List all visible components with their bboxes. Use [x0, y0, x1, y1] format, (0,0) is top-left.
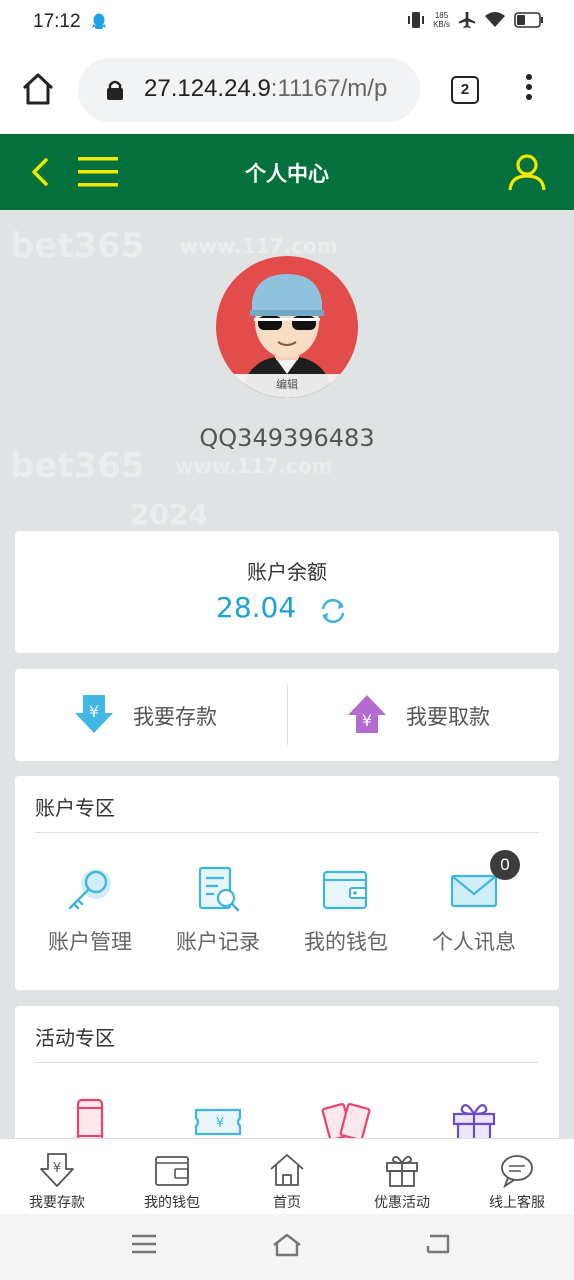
- nav-wallet[interactable]: 我的钱包: [115, 1139, 229, 1215]
- page-title: 个人中心: [245, 162, 329, 186]
- withdraw-button[interactable]: ¥ 我要取款: [288, 669, 560, 761]
- wallet-icon: [322, 870, 368, 910]
- nav-customer-service[interactable]: 线上客服: [460, 1139, 574, 1215]
- refresh-icon[interactable]: [317, 595, 349, 627]
- balance-label: 账户余额: [247, 560, 327, 584]
- gift-icon: [386, 1155, 418, 1187]
- home-icon: [270, 1154, 304, 1186]
- divider: [35, 832, 539, 833]
- account-section-title: 账户专区: [35, 796, 115, 820]
- vibrate-icon: [408, 12, 425, 28]
- account-records-item[interactable]: 账户记录: [154, 860, 282, 970]
- avatar-edit-label[interactable]: 编辑: [216, 374, 358, 398]
- activity-item-phone[interactable]: [26, 1092, 154, 1138]
- wallet-icon: [155, 1156, 189, 1186]
- browser-toolbar: 27.124.24.9:11167/m/p 2: [0, 46, 574, 134]
- url-text: 27.124.24.9:11167/m/p: [144, 75, 388, 102]
- browser-home-icon[interactable]: [20, 71, 56, 107]
- status-icons: 185 KB/s: [407, 10, 544, 30]
- account-management-item[interactable]: 账户管理: [26, 860, 154, 970]
- airplane-icon: [458, 11, 476, 29]
- svg-text:¥: ¥: [53, 1161, 61, 1176]
- my-wallet-item[interactable]: 我的钱包: [282, 860, 410, 970]
- lock-icon: [107, 80, 123, 100]
- activity-item-gift[interactable]: [410, 1092, 538, 1138]
- phone-icon: [76, 1098, 104, 1138]
- nav-home[interactable]: 首页: [230, 1139, 344, 1215]
- system-navigation-bar: [0, 1214, 574, 1280]
- main-content: bet365 www.117.com bet365 www.117.com 20…: [0, 210, 574, 1138]
- app-header: 个人中心: [0, 134, 574, 210]
- withdraw-label: 我要取款: [406, 705, 490, 729]
- chat-icon: [501, 1155, 533, 1189]
- nav-promotions[interactable]: 优惠活动: [345, 1139, 459, 1215]
- gift-icon: [452, 1104, 496, 1138]
- messages-item[interactable]: 0 个人讯息: [410, 850, 538, 970]
- avatar[interactable]: 编辑: [216, 256, 358, 398]
- record-search-icon: [198, 866, 240, 912]
- network-speed: 185 KB/s: [433, 11, 450, 29]
- qq-notification-icon: [92, 13, 106, 29]
- status-bar: 17:12 185 KB/s: [0, 0, 574, 46]
- system-back-icon[interactable]: [424, 1232, 452, 1256]
- tab-switcher-button[interactable]: 2: [451, 76, 479, 104]
- recent-apps-icon[interactable]: [130, 1232, 158, 1256]
- deposit-button[interactable]: ¥ 我要存款: [15, 669, 287, 761]
- deposit-label: 我要存款: [133, 705, 217, 729]
- deposit-withdraw-card: ¥ 我要存款 ¥ 我要取款: [15, 669, 559, 761]
- wifi-icon: [485, 12, 505, 27]
- svg-text:¥: ¥: [362, 711, 372, 730]
- username: QQ349396483: [199, 424, 375, 452]
- status-time: 17:12: [33, 11, 81, 32]
- withdraw-arrow-icon: ¥: [348, 695, 386, 733]
- svg-text:¥: ¥: [89, 702, 99, 721]
- activity-section-title: 活动专区: [35, 1026, 115, 1050]
- balance-amount: 28.04: [216, 591, 297, 624]
- address-bar[interactable]: 27.124.24.9:11167/m/p: [78, 58, 420, 122]
- activity-section: 活动专区 ¥: [15, 1006, 559, 1138]
- key-icon: [68, 869, 111, 910]
- activity-item-red-envelope[interactable]: [282, 1092, 410, 1138]
- user-profile-icon[interactable]: [507, 152, 547, 192]
- browser-menu-icon[interactable]: [520, 74, 538, 106]
- balance-card: 账户余额 28.04: [15, 531, 559, 653]
- divider: [35, 1062, 539, 1063]
- deposit-icon: ¥: [40, 1153, 74, 1187]
- unread-badge: 0: [490, 850, 520, 880]
- deposit-arrow-icon: ¥: [75, 695, 113, 733]
- system-home-icon[interactable]: [271, 1232, 303, 1258]
- ticket-icon: ¥: [194, 1108, 242, 1136]
- nav-deposit[interactable]: ¥ 我要存款: [0, 1139, 114, 1215]
- battery-icon: [514, 12, 543, 28]
- account-section: 账户专区 账户管理 账户记录 我的钱包 0 个人讯息: [15, 776, 559, 990]
- red-envelope-icon: [321, 1103, 371, 1138]
- bottom-navigation: ¥ 我要存款 我的钱包 首页 优惠活动 线上客服: [0, 1138, 574, 1214]
- activity-item-ticket[interactable]: ¥: [154, 1092, 282, 1138]
- svg-text:¥: ¥: [216, 1116, 224, 1131]
